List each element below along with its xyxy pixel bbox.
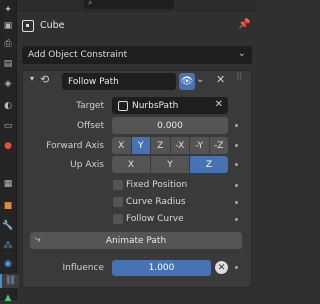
target-label: Target	[76, 101, 104, 111]
keyframe-dot-icon[interactable]	[235, 201, 238, 204]
forward-axis-neg-y[interactable]: -Y	[190, 137, 210, 154]
physics-tab-icon[interactable]: ◉	[2, 258, 14, 270]
visibility-eye-icon[interactable]: 👁	[179, 73, 195, 90]
influence-label: Influence	[62, 263, 104, 273]
chevron-down-icon: ⌄	[237, 48, 246, 59]
influence-value: 1.000	[148, 263, 175, 273]
constraint-menu-chevron-icon[interactable]: ⌄	[196, 74, 204, 85]
follow-curve-checkbox[interactable]	[113, 214, 123, 224]
tool-tab-icon[interactable]: ✦	[2, 4, 14, 16]
constraint-tab-icon[interactable]: ⛓	[0, 274, 19, 288]
animate-path-label: Animate Path	[105, 235, 167, 246]
collection-tab-icon[interactable]: ▭	[2, 120, 14, 132]
collapse-chevron-icon[interactable]: ▾	[30, 74, 34, 83]
world-tab-icon[interactable]: ◐	[2, 100, 14, 112]
drag-handle-icon[interactable]: ⠿	[236, 73, 243, 83]
object-tab-icon[interactable]: ■	[2, 200, 14, 212]
forward-axis-neg-x[interactable]: -X	[170, 137, 190, 154]
curve-radius-checkbox[interactable]	[113, 197, 123, 207]
search-icon: ⌕	[88, 0, 93, 7]
keyframe-dot-icon[interactable]	[235, 144, 238, 147]
target-value: NurbsPath	[132, 100, 179, 111]
constraint-name-field[interactable]: Follow Path	[62, 73, 176, 90]
curve-radius-label: Curve Radius	[126, 197, 186, 207]
fixed-position-label: Fixed Position	[126, 180, 188, 190]
forward-axis-y[interactable]: Y	[131, 137, 151, 154]
clear-target-icon[interactable]: ✕	[215, 99, 223, 110]
render-tab-icon[interactable]: ▣	[2, 20, 14, 32]
disable-keep-transform-icon[interactable]: ✕	[215, 261, 228, 274]
target-object-icon	[118, 100, 128, 111]
scene-tab-icon[interactable]: ◈	[2, 78, 14, 90]
constraint-name: Follow Path	[68, 76, 119, 87]
object-name: Cube	[40, 20, 65, 31]
fixed-position-checkbox[interactable]	[113, 180, 123, 190]
view-layer-tab-icon[interactable]: ▤	[2, 58, 14, 70]
delete-constraint-icon[interactable]: ✕	[216, 73, 225, 86]
modifier-tab-icon[interactable]: 🔧	[2, 220, 14, 232]
offset-value: 0.000	[157, 120, 183, 131]
forward-axis-label: Forward Axis	[46, 141, 104, 151]
output-tab-icon[interactable]: ⎙	[2, 38, 14, 50]
forward-axis-neg-z[interactable]: -Z	[209, 137, 228, 154]
search-field[interactable]: ⌕	[84, 0, 174, 9]
properties-tab-strip: ✦ ▣ ⎙ ▤ ◈ ◐ ▭ ● ▦ ■ 🔧 ⁂ ◉ ⛓ ▲	[0, 0, 19, 302]
influence-slider[interactable]: 1.000	[112, 260, 211, 276]
particles-tab-icon[interactable]: ⁂	[2, 240, 14, 252]
up-axis-selector: X Y Z	[112, 156, 228, 173]
up-axis-z[interactable]: Z	[190, 156, 228, 173]
keyframe-dot-icon[interactable]	[235, 218, 238, 221]
scene-world-tab-icon[interactable]: ●	[2, 140, 14, 152]
keyframe-dot-icon[interactable]	[235, 163, 238, 166]
object-icon	[22, 20, 34, 32]
up-axis-y[interactable]: Y	[151, 156, 190, 173]
animate-path-button[interactable]: Animate Path	[30, 232, 242, 249]
target-field[interactable]: NurbsPath ✕	[112, 97, 228, 114]
up-axis-x[interactable]: X	[112, 156, 151, 173]
pin-icon[interactable]: 📌	[238, 19, 250, 30]
offset-field[interactable]: 0.000	[112, 117, 228, 134]
up-axis-label: Up Axis	[70, 160, 104, 170]
keyframe-dot-icon[interactable]	[235, 184, 238, 187]
follow-curve-label: Follow Curve	[126, 214, 184, 224]
keyframe-dot-icon[interactable]	[235, 124, 238, 127]
data-tab-icon[interactable]: ▲	[2, 292, 14, 304]
forward-axis-z[interactable]: Z	[151, 137, 171, 154]
forward-axis-x[interactable]: X	[112, 137, 132, 154]
offset-label: Offset	[76, 121, 104, 131]
add-constraint-label: Add Object Constraint	[28, 50, 128, 60]
forward-axis-selector: X Y Z -X -Y -Z	[112, 137, 228, 154]
follow-path-constraint-icon: ⟲	[40, 73, 50, 86]
keyframe-dot-icon[interactable]	[235, 266, 238, 269]
texture-tab-icon[interactable]: ▦	[2, 178, 14, 190]
add-object-constraint-button[interactable]: Add Object Constraint ⌄	[22, 46, 252, 64]
path-curve-icon: ⤷	[35, 234, 41, 245]
